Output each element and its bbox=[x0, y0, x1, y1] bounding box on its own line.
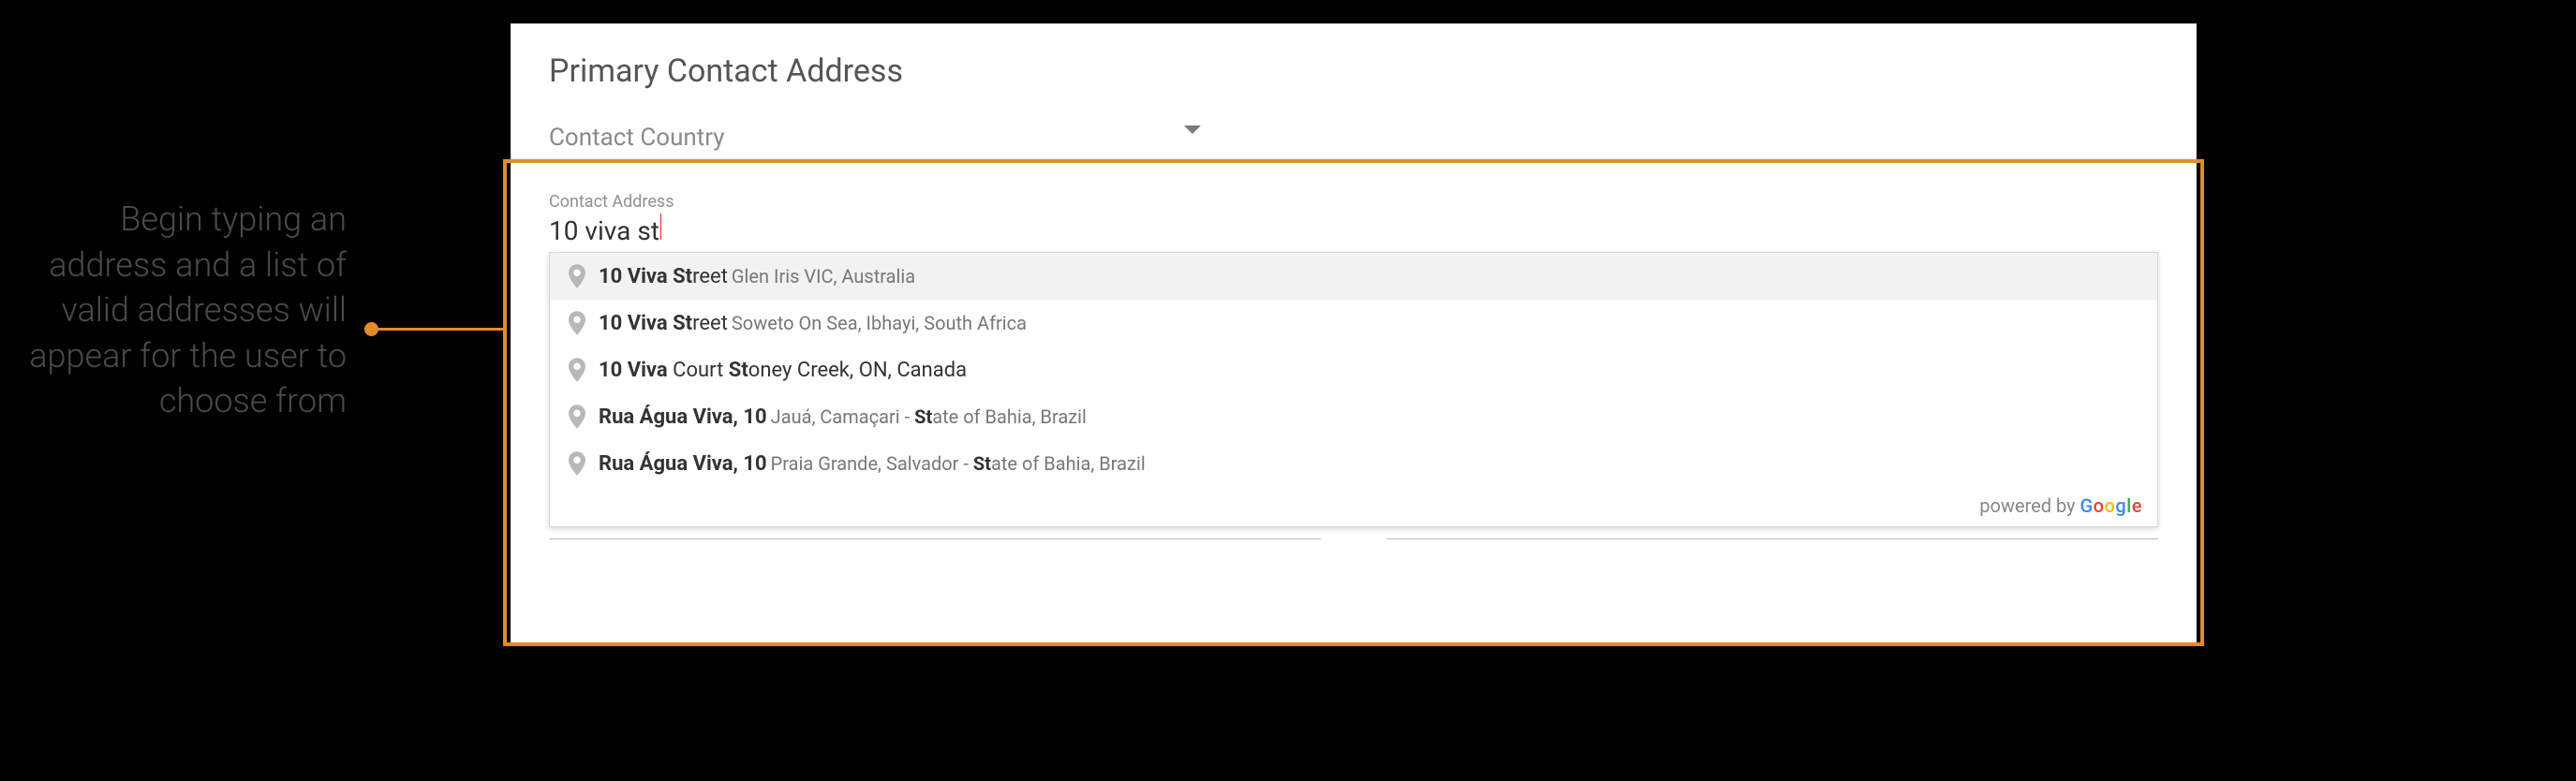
map-pin-icon bbox=[569, 311, 585, 335]
contact-address-field: Contact Address 10 viva st 10 Viva Stree… bbox=[549, 192, 2158, 252]
chevron-down-icon bbox=[1184, 125, 1201, 134]
map-pin-icon bbox=[569, 405, 585, 429]
callout-line bbox=[373, 328, 504, 331]
autocomplete-item-text: 10 Viva StreetGlen Iris VIC, Australia bbox=[599, 265, 915, 288]
panel-title: Primary Contact Address bbox=[549, 52, 2158, 90]
autocomplete-item[interactable]: 10 Viva StreetSoweto On Sea, Ibhayi, Sou… bbox=[550, 300, 2157, 346]
map-pin-icon bbox=[569, 451, 585, 476]
map-pin-icon bbox=[569, 358, 585, 382]
contact-address-input[interactable]: 10 viva st bbox=[549, 214, 2158, 252]
annotation-text: Begin typing an address and a list of va… bbox=[0, 197, 375, 424]
address-form-panel: Primary Contact Address Contact Country … bbox=[511, 23, 2197, 646]
google-logo: Google bbox=[2080, 494, 2142, 517]
autocomplete-item[interactable]: Rua Água Viva, 10Praia Grande, Salvador … bbox=[550, 440, 2157, 487]
autocomplete-item-text: 10 Viva Court Stoney Creek, ON, Canada bbox=[599, 359, 967, 382]
autocomplete-item-text: Rua Água Viva, 10Jauá, Camaçari - State … bbox=[599, 405, 1087, 429]
text-cursor bbox=[660, 214, 661, 240]
contact-address-value: 10 viva st bbox=[549, 214, 659, 252]
contact-country-placeholder: Contact Country bbox=[549, 116, 1205, 160]
autocomplete-item-text: 10 Viva StreetSoweto On Sea, Ibhayi, Sou… bbox=[599, 312, 1027, 335]
autocomplete-attribution: powered by Google bbox=[550, 487, 2157, 526]
address-autocomplete-dropdown: 10 Viva StreetGlen Iris VIC, Australia 10… bbox=[549, 252, 2158, 527]
autocomplete-item[interactable]: 10 Viva Court Stoney Creek, ON, Canada bbox=[550, 346, 2157, 393]
map-pin-icon bbox=[569, 264, 585, 288]
autocomplete-item-text: Rua Água Viva, 10Praia Grande, Salvador … bbox=[599, 452, 1146, 476]
autocomplete-item[interactable]: 10 Viva StreetGlen Iris VIC, Australia bbox=[550, 253, 2157, 300]
attribution-prefix: powered by bbox=[1979, 494, 2080, 517]
contact-country-field[interactable]: Contact Country bbox=[549, 116, 1205, 160]
contact-address-label: Contact Address bbox=[549, 192, 2158, 212]
autocomplete-item[interactable]: Rua Água Viva, 10Jauá, Camaçari - State … bbox=[550, 393, 2157, 440]
